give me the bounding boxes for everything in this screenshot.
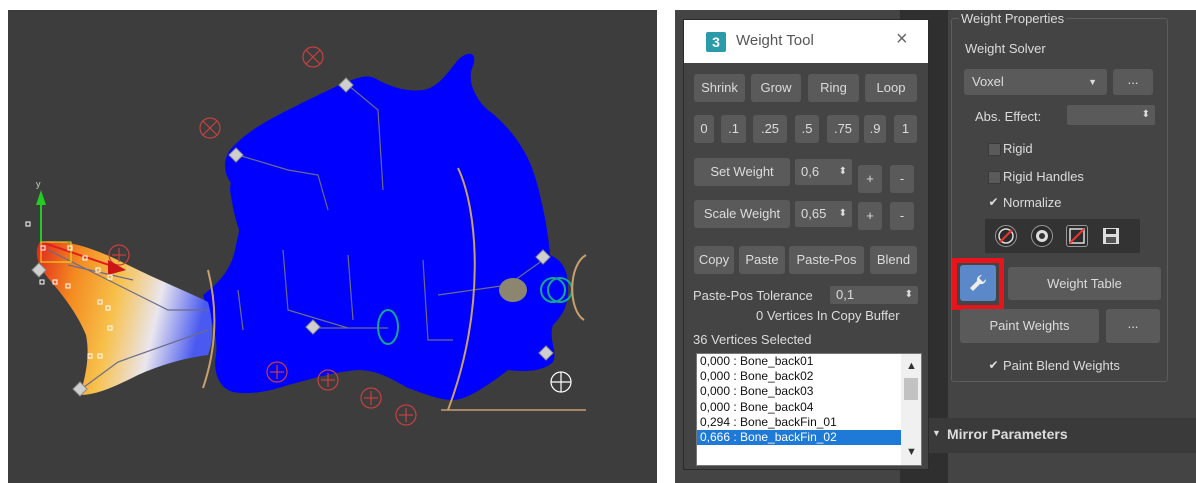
fish-scene: y x	[25, 46, 587, 426]
scale-weight-plus-button[interactable]: +	[858, 202, 882, 230]
wrench-icon	[970, 274, 987, 291]
normalize-label: Normalize	[1003, 195, 1062, 210]
paint-blend-label: Paint Blend Weights	[1003, 358, 1120, 373]
paint-blend-checkbox[interactable]: ✔	[988, 359, 999, 371]
fish-tail	[36, 241, 213, 395]
scale-weight-button[interactable]: Scale Weight	[694, 200, 790, 228]
close-icon[interactable]: ×	[896, 28, 908, 51]
list-item[interactable]: 0,000 : Bone_back01	[697, 354, 921, 369]
vertex-select-icon[interactable]	[1031, 225, 1053, 247]
mirror-parameters-label[interactable]: Mirror Parameters	[947, 426, 1068, 442]
spinner-arrows-icon: ⬍	[1141, 109, 1150, 120]
list-item[interactable]: 0,294 : Bone_backFin_01	[697, 415, 921, 430]
spinner-arrows-icon: ⬍	[904, 289, 913, 300]
weight-table-button[interactable]: Weight Table	[1008, 267, 1161, 300]
normalize-checkbox[interactable]: ✔	[988, 196, 999, 208]
grow-button[interactable]: Grow	[751, 74, 801, 102]
scale-weight-spinner[interactable]: 0,65 ⬍	[795, 201, 852, 227]
rigid-checkbox[interactable]	[988, 143, 1001, 156]
rigid-label: Rigid	[1003, 141, 1033, 156]
list-item[interactable]: 0,000 : Bone_back04	[697, 400, 921, 415]
blend-button[interactable]: Blend	[870, 246, 917, 274]
weight-01-button[interactable]: .1	[721, 115, 746, 143]
rigid-handles-checkbox[interactable]	[988, 171, 1001, 184]
solver-options-button[interactable]: ...	[1113, 69, 1153, 95]
weight-solver-dropdown[interactable]: Voxel ▼	[964, 69, 1107, 95]
set-weight-spinner[interactable]: 0,6 ⬍	[795, 159, 852, 185]
weight-solver-value: Voxel	[972, 74, 1004, 89]
scroll-down-icon[interactable]: ▼	[906, 446, 917, 458]
paste-pos-button[interactable]: Paste-Pos	[789, 246, 864, 274]
set-weight-minus-button[interactable]: -	[890, 165, 914, 193]
weight-05-button[interactable]: .5	[795, 115, 819, 143]
paste-pos-tolerance-spinner[interactable]: 0,1 ⬍	[830, 286, 918, 304]
dialog-title: Weight Tool	[736, 32, 814, 49]
gizmo-y-label: y	[36, 179, 41, 189]
list-item[interactable]: 0,000 : Bone_back02	[697, 369, 921, 384]
set-weight-value: 0,6	[801, 164, 820, 179]
paste-pos-tolerance-label: Paste-Pos Tolerance	[693, 288, 813, 303]
weight-1-button[interactable]: 1	[894, 115, 917, 143]
paste-button[interactable]: Paste	[739, 246, 785, 274]
chevron-down-icon: ▼	[1088, 77, 1097, 87]
weight-table-icon-button[interactable]	[960, 265, 996, 301]
fish-body	[203, 53, 568, 400]
no-vertex-icon[interactable]	[995, 225, 1017, 247]
paint-options-button[interactable]: ...	[1106, 309, 1160, 343]
spinner-arrows-icon: ⬍	[838, 166, 847, 177]
vertices-selected-status: 36 Vertices Selected	[693, 332, 812, 347]
paste-pos-tolerance-value: 0,1	[836, 287, 855, 302]
weight-0-button[interactable]: 0	[694, 115, 714, 143]
set-weight-plus-button[interactable]: +	[858, 165, 882, 193]
title-bar[interactable]: 3 Weight Tool ×	[684, 20, 928, 63]
spinner-arrows-icon: ⬍	[838, 208, 847, 219]
fish-eye	[499, 278, 527, 302]
list-scrollbar[interactable]: ▲ ▼	[901, 354, 921, 465]
copy-button[interactable]: Copy	[694, 246, 734, 274]
shrink-button[interactable]: Shrink	[694, 74, 745, 102]
scroll-up-icon[interactable]: ▲	[906, 360, 917, 372]
scale-weight-value: 0,65	[801, 206, 827, 221]
abs-effect-spinner[interactable]: ⬍	[1067, 105, 1155, 125]
list-item-selected[interactable]: 0,666 : Bone_backFin_02	[697, 429, 921, 446]
3dsmax-logo-icon: 3	[706, 32, 726, 52]
vertex-weight-list[interactable]: 0,000 : Bone_back01 0,000 : Bone_back02 …	[696, 353, 922, 466]
list-item[interactable]: 0,000 : Bone_back03	[697, 384, 921, 399]
scrollbar-thumb[interactable]	[904, 378, 918, 400]
scale-weight-minus-button[interactable]: -	[890, 202, 914, 230]
viewport[interactable]: y x	[8, 10, 657, 483]
weight-properties-title: Weight Properties	[959, 11, 1067, 26]
save-icon[interactable]	[1100, 225, 1122, 247]
weight-025-button[interactable]: .25	[753, 115, 787, 143]
set-weight-button[interactable]: Set Weight	[694, 158, 790, 186]
ring-button[interactable]: Ring	[808, 74, 859, 102]
weight-09-button[interactable]: .9	[864, 115, 886, 143]
weight-075-button[interactable]: .75	[827, 115, 859, 143]
paint-weights-button[interactable]: Paint Weights	[960, 309, 1099, 343]
loop-button[interactable]: Loop	[865, 74, 917, 102]
abs-effect-label: Abs. Effect:	[975, 109, 1042, 124]
expand-arrow-icon[interactable]: ▼	[932, 428, 941, 438]
weight-solver-label: Weight Solver	[965, 41, 1046, 56]
weight-tool-dialog: 3 Weight Tool × Shrink Grow Ring Loop 0 …	[683, 19, 929, 470]
rigid-handles-label: Rigid Handles	[1003, 169, 1084, 184]
copy-buffer-status: 0 Vertices In Copy Buffer	[756, 308, 900, 323]
gizmo-x-label: x	[126, 264, 131, 274]
no-element-icon[interactable]	[1066, 225, 1088, 247]
